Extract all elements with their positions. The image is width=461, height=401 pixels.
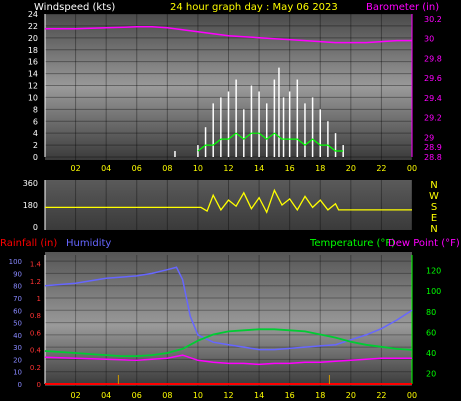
y-tick-label-humidity: 10: [13, 369, 22, 377]
y-tick-label-barometer: 29.8: [424, 54, 442, 63]
x-tick-label: 12: [223, 391, 233, 400]
weather-graph: Windspeed (kts) 24 hour graph day : May …: [0, 0, 461, 401]
y-tick-label-humidity: 50: [13, 320, 22, 328]
y-tick-label-temperature: 60: [426, 328, 436, 337]
y-tick-label-temperature: 40: [426, 349, 436, 358]
y-tick-label-rain: 1.4: [30, 261, 42, 269]
y-tick-label-temperature: 20: [426, 370, 436, 379]
y-tick-label-rain: 0.8: [30, 312, 41, 320]
wind-axis-title: Windspeed (kts): [34, 2, 115, 13]
y-tick-label-barometer: 28.8: [424, 153, 442, 162]
x-tick-label: 08: [162, 391, 172, 400]
y-tick-label-temperature: 120: [426, 266, 441, 275]
y-tick-label-rain: 1.2: [30, 278, 41, 286]
y-tick-label-wind: 22: [28, 22, 38, 31]
x-tick-label: 18: [315, 164, 325, 173]
x-tick-label: 22: [376, 164, 386, 173]
y-tick-label-barometer: 28.9: [424, 143, 442, 152]
y-tick-label-humidity: 60: [13, 307, 22, 315]
x-tick-label: 08: [162, 164, 172, 173]
weather-graph-svg: Windspeed (kts) 24 hour graph day : May …: [0, 2, 460, 400]
y-tick-label-barometer: 29: [424, 133, 434, 142]
x-tick-label: 10: [193, 164, 203, 173]
y-tick-label-temperature: 100: [426, 287, 441, 296]
y-tick-label-rain: 1: [37, 295, 41, 303]
y-tick-label-rain: 0.4: [30, 347, 42, 355]
y-tick-label-humidity: 30: [13, 344, 22, 352]
x-tick-label: 14: [254, 391, 264, 400]
y-tick-label-wind: 0: [33, 153, 38, 162]
y-tick-label-rain: 0.6: [30, 329, 42, 337]
y-tick-label-wind: 2: [33, 141, 38, 150]
x-tick-label: 06: [132, 391, 142, 400]
y-tick-label-barometer: 29.6: [424, 74, 442, 83]
y-tick-label-humidity: 70: [13, 295, 22, 303]
x-tick-label: 06: [132, 164, 142, 173]
compass-label: W: [429, 191, 439, 202]
humidity-axis-title: Humidity: [66, 238, 111, 249]
y-tick-label-humidity: 90: [13, 270, 22, 278]
y-tick-label-direction: 360: [23, 179, 38, 188]
compass-label: E: [431, 213, 437, 224]
compass-label: N: [430, 180, 437, 191]
x-tick-label: 12: [223, 164, 233, 173]
dewpoint-axis-title: Dew Point (°F): [388, 238, 460, 249]
graph-title: 24 hour graph day : May 06 2023: [170, 2, 338, 13]
y-tick-label-temperature: 80: [426, 308, 436, 317]
x-tick-label: 10: [193, 391, 203, 400]
x-tick-label: 00: [407, 164, 417, 173]
x-tick-label: 22: [376, 391, 386, 400]
y-tick-label-wind: 24: [28, 10, 38, 19]
x-tick-label: 20: [346, 391, 356, 400]
y-tick-label-humidity: 0: [18, 381, 22, 389]
compass-label: S: [431, 202, 437, 213]
barometer-axis-title: Barometer (in): [366, 2, 439, 13]
y-tick-label-direction: 180: [23, 201, 38, 210]
x-tick-label: 16: [285, 164, 295, 173]
x-tick-label: 18: [315, 391, 325, 400]
x-tick-label: 00: [407, 391, 417, 400]
y-tick-label-wind: 20: [28, 34, 38, 43]
y-tick-label-wind: 6: [33, 117, 38, 126]
x-tick-label: 14: [254, 164, 264, 173]
y-tick-label-humidity: 20: [13, 356, 22, 364]
x-tick-label: 04: [101, 164, 111, 173]
compass-label: N: [430, 224, 437, 235]
x-tick-label: 02: [70, 391, 80, 400]
y-tick-label-humidity: 40: [13, 332, 22, 340]
y-tick-label-humidity: 80: [13, 283, 22, 291]
y-tick-label-wind: 16: [28, 58, 38, 67]
y-tick-label-wind: 14: [28, 70, 38, 79]
temperature-axis-title: Temperature (°F): [309, 238, 395, 249]
y-tick-label-direction: 0: [33, 223, 38, 232]
y-tick-label-barometer: 30.2: [424, 15, 442, 24]
y-tick-label-barometer: 29.4: [424, 94, 442, 103]
y-tick-label-wind: 10: [28, 93, 38, 102]
x-tick-label: 16: [285, 391, 295, 400]
y-tick-label-humidity: 100: [9, 258, 22, 266]
x-tick-label: 04: [101, 391, 111, 400]
y-tick-label-wind: 12: [28, 82, 38, 91]
x-tick-label: 02: [70, 164, 80, 173]
y-tick-label-wind: 18: [28, 46, 38, 55]
y-tick-label-wind: 8: [33, 105, 38, 114]
y-tick-label-rain: 0.2: [30, 364, 41, 372]
rainfall-axis-title: Rainfall (in): [0, 238, 57, 249]
y-tick-label-wind: 4: [33, 129, 38, 138]
y-tick-label-barometer: 30: [424, 35, 434, 44]
x-tick-label: 20: [346, 164, 356, 173]
y-tick-label-barometer: 29.2: [424, 114, 442, 123]
y-tick-label-rain: 0: [37, 381, 41, 389]
